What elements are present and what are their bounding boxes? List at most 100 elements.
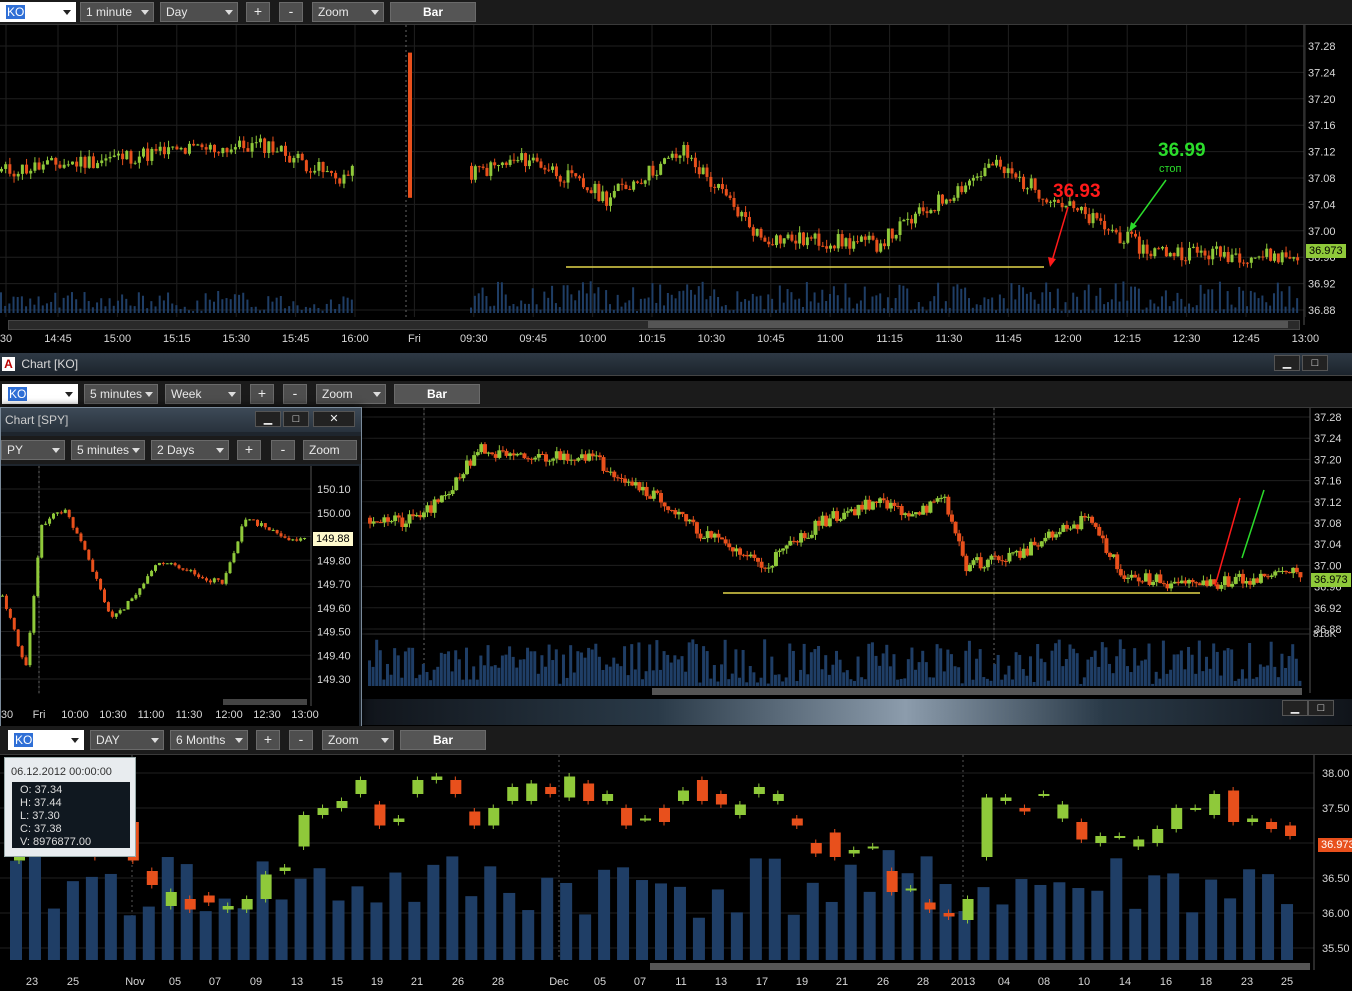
spy-chart-window[interactable]: Chart [SPY] ▁ □ ✕ PY 5 minutes 2 Days + … <box>0 407 362 728</box>
spy-close-button[interactable]: ✕ <box>313 411 355 427</box>
bar-type-button[interactable]: Bar <box>394 384 480 404</box>
zoom-out-button[interactable]: - <box>279 2 303 22</box>
chevron-down-icon[interactable] <box>228 392 236 397</box>
top-candle <box>732 198 736 207</box>
top-candle <box>755 228 759 236</box>
period-select[interactable]: Week <box>165 384 241 404</box>
middle-volume-bar <box>1176 654 1180 686</box>
top-scrollbar-thumb[interactable] <box>648 321 1288 328</box>
chevron-down-icon[interactable] <box>216 448 224 453</box>
middle-candle <box>540 454 545 456</box>
chevron-down-icon[interactable] <box>65 392 73 397</box>
zoom-in-button[interactable]: + <box>256 730 280 750</box>
top-volume-bar <box>1006 308 1009 313</box>
bar-type-button[interactable]: Bar <box>390 2 476 22</box>
middle-candle <box>425 505 430 513</box>
top-candle <box>217 152 221 154</box>
top-candle <box>158 146 162 151</box>
bar-type-button[interactable]: Bar <box>400 730 486 750</box>
middle-candle <box>447 494 452 496</box>
period-select[interactable]: 6 Months <box>170 730 248 750</box>
spy-zoom-out-button[interactable]: - <box>271 440 295 460</box>
bottom-candle <box>848 850 860 854</box>
bottom-candle <box>715 794 727 805</box>
zoom-out-button[interactable]: - <box>289 730 313 750</box>
top-candle <box>558 176 562 182</box>
middle-candle <box>888 502 893 509</box>
minimize-button[interactable]: ▁ <box>1274 355 1300 371</box>
zoom-in-button[interactable]: + <box>250 384 274 404</box>
time-axis-label: Fri <box>408 333 421 345</box>
period-select[interactable]: Day <box>160 2 238 22</box>
middle-volume-bar <box>1050 650 1054 686</box>
symbol-input[interactable]: KO <box>8 730 84 750</box>
middle-volume-bar <box>709 678 713 686</box>
spy-zoom-select[interactable]: Zoom <box>303 440 357 460</box>
middle-volume-bar <box>1032 681 1036 686</box>
chevron-down-icon[interactable] <box>151 738 159 743</box>
middle-scrollbar-thumb[interactable] <box>652 688 1302 695</box>
top-volume-bar <box>585 293 588 313</box>
spy-candle <box>267 527 271 531</box>
chevron-down-icon[interactable] <box>63 10 71 15</box>
middle-volume-bar <box>712 665 716 686</box>
middle-window-titlebar[interactable]: A Chart [KO] ▁ □ <box>0 353 1352 376</box>
top-volume-bar <box>844 283 847 313</box>
zoom-select[interactable]: Zoom <box>316 384 386 404</box>
spy-maximize-button[interactable]: □ <box>283 411 309 427</box>
middle-candle <box>651 490 656 499</box>
top-chart[interactable]: 37.28 37.24 37.20 37.16 37.12 37.08 37.04 37.00… <box>0 25 1352 351</box>
bottom-scrollbar-thumb[interactable] <box>650 963 1310 970</box>
zoom-out-button[interactable]: - <box>283 384 307 404</box>
top-volume-bar <box>531 288 534 313</box>
middle-volume-bar <box>1054 643 1058 686</box>
chevron-down-icon[interactable] <box>371 10 379 15</box>
spy-zoom-in-button[interactable]: + <box>237 440 261 460</box>
spy-interval-select[interactable]: 5 minutes <box>71 440 145 460</box>
bottom-minimize-button[interactable]: ▁ <box>1282 700 1308 716</box>
interval-select[interactable]: DAY <box>90 730 164 750</box>
spy-period-select[interactable]: 2 Days <box>151 440 229 460</box>
chevron-down-icon[interactable] <box>235 738 243 743</box>
interval-select[interactable]: 5 minutes <box>84 384 158 404</box>
chevron-down-icon[interactable] <box>373 392 381 397</box>
top-candle <box>1222 252 1226 257</box>
maximize-button[interactable]: □ <box>1302 355 1328 371</box>
chevron-down-icon[interactable] <box>71 738 79 743</box>
middle-volume-bar <box>939 648 943 686</box>
middle-volume-bar <box>817 645 821 686</box>
spy-minimize-button[interactable]: ▁ <box>255 411 281 427</box>
symbol-input[interactable]: KO <box>0 2 76 22</box>
bottom-toolbar: KO DAY 6 Months + - Zoom Bar <box>0 726 1352 755</box>
chevron-down-icon[interactable] <box>132 448 140 453</box>
chevron-down-icon[interactable] <box>145 392 153 397</box>
middle-volume-bar <box>784 677 788 686</box>
symbol-input[interactable]: KO <box>2 384 78 404</box>
middle-candle <box>461 474 466 479</box>
spy-candle <box>142 583 146 589</box>
middle-volume-bar <box>917 662 921 686</box>
chevron-down-icon[interactable] <box>225 10 233 15</box>
spy-symbol-input[interactable]: PY <box>1 440 65 460</box>
middle-volume-bar <box>533 651 537 686</box>
bottom-chart[interactable]: 38.0037.5037.0036.5036.0035.502325Nov050… <box>0 755 1352 991</box>
chevron-down-icon[interactable] <box>381 738 389 743</box>
middle-candle <box>1187 579 1192 584</box>
zoom-in-button[interactable]: + <box>246 2 270 22</box>
middle-window-footer <box>360 699 1352 725</box>
price-axis-label: 37.20 <box>1314 454 1342 466</box>
top-volume-bar <box>666 292 669 313</box>
chevron-down-icon[interactable] <box>52 448 60 453</box>
zoom-select[interactable]: Zoom <box>322 730 394 750</box>
spy-window-titlebar[interactable]: Chart [SPY] ▁ □ ✕ <box>1 408 361 432</box>
middle-candle <box>644 486 649 497</box>
chevron-down-icon[interactable] <box>141 10 149 15</box>
top-volume-bar <box>37 296 40 313</box>
middle-candle <box>702 538 707 540</box>
zoom-select[interactable]: Zoom <box>312 2 384 22</box>
bottom-maximize-button[interactable]: □ <box>1308 700 1334 716</box>
top-candle <box>167 147 171 155</box>
bottom-candle <box>412 780 424 794</box>
top-volume-bar <box>309 307 312 313</box>
interval-select[interactable]: 1 minute <box>80 2 154 22</box>
